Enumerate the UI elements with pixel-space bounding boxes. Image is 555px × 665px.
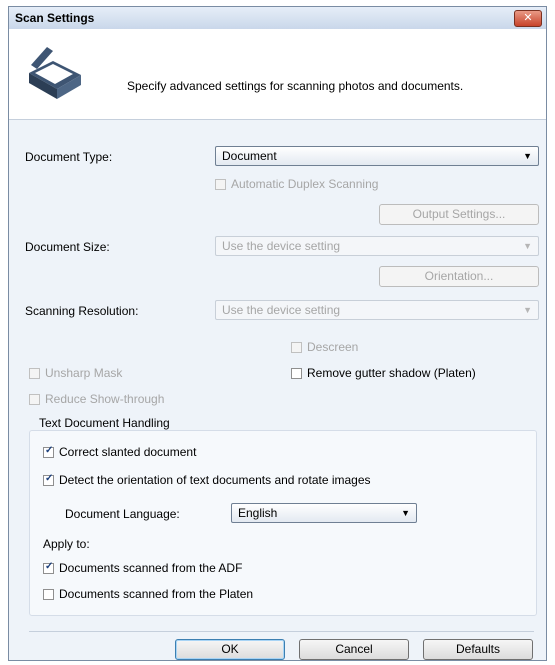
reduce-show-through-label: Reduce Show-through bbox=[45, 392, 165, 406]
scanner-icon bbox=[29, 47, 81, 99]
automatic-duplex-label: Automatic Duplex Scanning bbox=[231, 177, 379, 191]
divider bbox=[29, 631, 534, 632]
checkbox-box bbox=[29, 393, 40, 405]
document-size-select[interactable]: Use the device setting ▼ bbox=[215, 236, 539, 256]
document-size-value: Use the device setting bbox=[222, 239, 341, 253]
remove-gutter-shadow-checkbox[interactable]: Remove gutter shadow (Platen) bbox=[291, 366, 476, 380]
document-language-value: English bbox=[238, 506, 278, 520]
descreen-checkbox[interactable]: Descreen bbox=[291, 340, 358, 354]
close-button[interactable]: ✕ bbox=[514, 10, 542, 27]
document-type-select[interactable]: Document ▼ bbox=[215, 146, 539, 166]
adf-checkbox[interactable]: ✓ Documents scanned from the ADF bbox=[43, 561, 242, 575]
platen-checkbox[interactable]: Documents scanned from the Platen bbox=[43, 587, 253, 601]
scan-settings-dialog: Scan Settings ✕ Specify advanced setting… bbox=[8, 6, 547, 661]
detect-orientation-checkbox[interactable]: ✓ Detect the orientation of text documen… bbox=[43, 473, 371, 487]
remove-gutter-shadow-label: Remove gutter shadow (Platen) bbox=[307, 366, 476, 380]
chevron-down-icon: ▼ bbox=[523, 151, 532, 161]
correct-slanted-checkbox[interactable]: ✓ Correct slanted document bbox=[43, 445, 196, 459]
window-title: Scan Settings bbox=[15, 11, 95, 25]
checkbox-box bbox=[291, 341, 302, 353]
orientation-button[interactable]: Orientation... bbox=[379, 266, 539, 287]
reduce-show-through-checkbox[interactable]: Reduce Show-through bbox=[29, 392, 164, 406]
checkbox-box: ✓ bbox=[43, 444, 54, 458]
document-language-label: Document Language: bbox=[65, 507, 180, 521]
cancel-button[interactable]: Cancel bbox=[299, 639, 409, 660]
check-icon: ✓ bbox=[45, 444, 54, 456]
platen-label: Documents scanned from the Platen bbox=[59, 587, 254, 601]
chevron-down-icon: ▼ bbox=[523, 241, 532, 251]
unsharp-mask-label: Unsharp Mask bbox=[45, 366, 123, 380]
defaults-button[interactable]: Defaults bbox=[423, 639, 533, 660]
document-language-select[interactable]: English ▼ bbox=[231, 503, 417, 523]
descreen-label: Descreen bbox=[307, 340, 359, 354]
header-banner: Specify advanced settings for scanning p… bbox=[9, 29, 546, 120]
scanning-resolution-value: Use the device setting bbox=[222, 303, 341, 317]
title-bar: Scan Settings ✕ bbox=[9, 7, 546, 30]
checkbox-box bbox=[43, 588, 54, 600]
detect-orientation-label: Detect the orientation of text documents… bbox=[59, 473, 371, 487]
check-icon: ✓ bbox=[45, 560, 54, 572]
document-type-value: Document bbox=[222, 149, 277, 163]
scanning-resolution-label: Scanning Resolution: bbox=[25, 304, 139, 318]
text-document-handling-title: Text Document Handling bbox=[35, 416, 174, 430]
header-description: Specify advanced settings for scanning p… bbox=[127, 79, 464, 93]
scanning-resolution-select[interactable]: Use the device setting ▼ bbox=[215, 300, 539, 320]
checkbox-box: ✓ bbox=[43, 560, 54, 574]
output-settings-button[interactable]: Output Settings... bbox=[379, 204, 539, 225]
unsharp-mask-checkbox[interactable]: Unsharp Mask bbox=[29, 366, 122, 380]
checkbox-box bbox=[29, 367, 40, 379]
apply-to-label: Apply to: bbox=[43, 537, 90, 551]
checkbox-box bbox=[215, 178, 226, 190]
correct-slanted-label: Correct slanted document bbox=[59, 445, 197, 459]
adf-label: Documents scanned from the ADF bbox=[59, 561, 243, 575]
chevron-down-icon: ▼ bbox=[401, 508, 410, 518]
ok-button[interactable]: OK bbox=[175, 639, 285, 660]
check-icon: ✓ bbox=[45, 472, 54, 484]
checkbox-box: ✓ bbox=[43, 472, 54, 486]
document-size-label: Document Size: bbox=[25, 240, 110, 254]
chevron-down-icon: ▼ bbox=[523, 305, 532, 315]
document-type-label: Document Type: bbox=[25, 150, 113, 164]
checkbox-box bbox=[291, 367, 302, 379]
close-icon: ✕ bbox=[523, 12, 533, 24]
automatic-duplex-checkbox[interactable]: Automatic Duplex Scanning bbox=[215, 177, 378, 191]
